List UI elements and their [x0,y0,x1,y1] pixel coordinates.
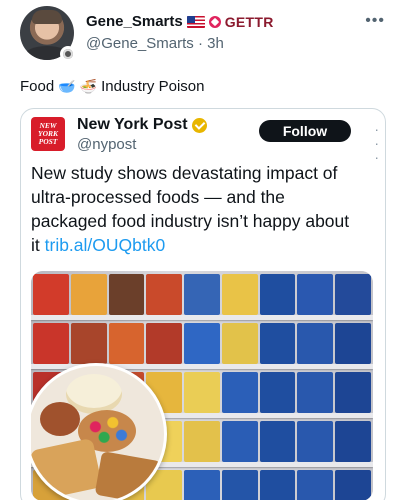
gettr-icon [208,15,221,28]
avatar-badge-icon [60,46,76,62]
package [297,372,334,413]
quoted-more-options-icon[interactable]: · · · [374,122,379,164]
shelf-row-2 [31,320,373,364]
crackers [31,437,103,500]
package [259,372,296,413]
package [259,274,296,315]
chocolate-bowl [40,402,80,436]
follow-button[interactable]: Follow [259,120,351,142]
package [184,323,220,364]
package [146,323,183,364]
post-text-before: Food [20,78,55,95]
package [297,323,334,364]
quoted-author-name[interactable]: New York Post [77,116,188,134]
verified-badge-icon [191,117,207,133]
post-time[interactable]: 3h [207,35,224,52]
separator-dot: · [193,35,208,52]
post-text-after: Industry Poison [101,78,205,95]
package [335,323,372,364]
package [70,274,107,315]
package [335,372,372,413]
noodle-emoji-icon: 🍜 [79,78,98,95]
package [33,323,69,364]
package [221,421,258,462]
package [221,372,258,413]
package [335,421,372,462]
snack-bowls-inset-photo [31,363,167,500]
package [184,372,220,413]
package [221,470,258,500]
package [259,470,296,500]
author-handle[interactable]: @Gene_Smarts [86,35,194,52]
package [221,274,258,315]
package [335,274,372,315]
package [335,470,372,500]
package [259,421,296,462]
article-link[interactable]: trib.al/OUQbtk0 [45,235,166,255]
package [297,274,334,315]
author-handle-row: @Gene_Smarts · 3h [86,35,224,52]
package [108,323,145,364]
quoted-author-handle[interactable]: @nypost [77,136,136,153]
package [146,274,183,315]
more-options-icon[interactable]: ••• [365,12,385,30]
package [70,323,107,364]
cookies [94,451,162,500]
bowl-emoji-icon: 🥣 [58,78,76,95]
package [297,470,334,500]
quoted-author-name-row: New York Post [77,116,207,134]
package [108,274,145,315]
package [184,470,220,500]
quoted-headline: New study shows devastating impact of ul… [31,161,351,257]
quoted-post-card[interactable]: NEW YORK POST New York Post @nypost Follow… [20,108,386,500]
avatar-hair [32,10,62,24]
post-text: Food 🥣 🍜 Industry Poison [20,78,204,95]
package [184,421,220,462]
package [297,421,334,462]
package [33,274,69,315]
author-name-row: Gene_Smarts GETTR [86,13,274,30]
author-display-name[interactable]: Gene_Smarts [86,13,183,30]
package [184,274,220,315]
nypost-logo[interactable]: NEW YORK POST [31,117,65,151]
package [259,323,296,364]
grocery-shelves-photo[interactable] [31,271,373,500]
package [221,323,258,364]
platform-label: GETTR [224,13,274,30]
post-header: Gene_Smarts GETTR @Gene_Smarts · 3h ••• [20,6,385,62]
us-flag-icon [186,15,205,28]
shelf-row-1 [31,271,373,315]
